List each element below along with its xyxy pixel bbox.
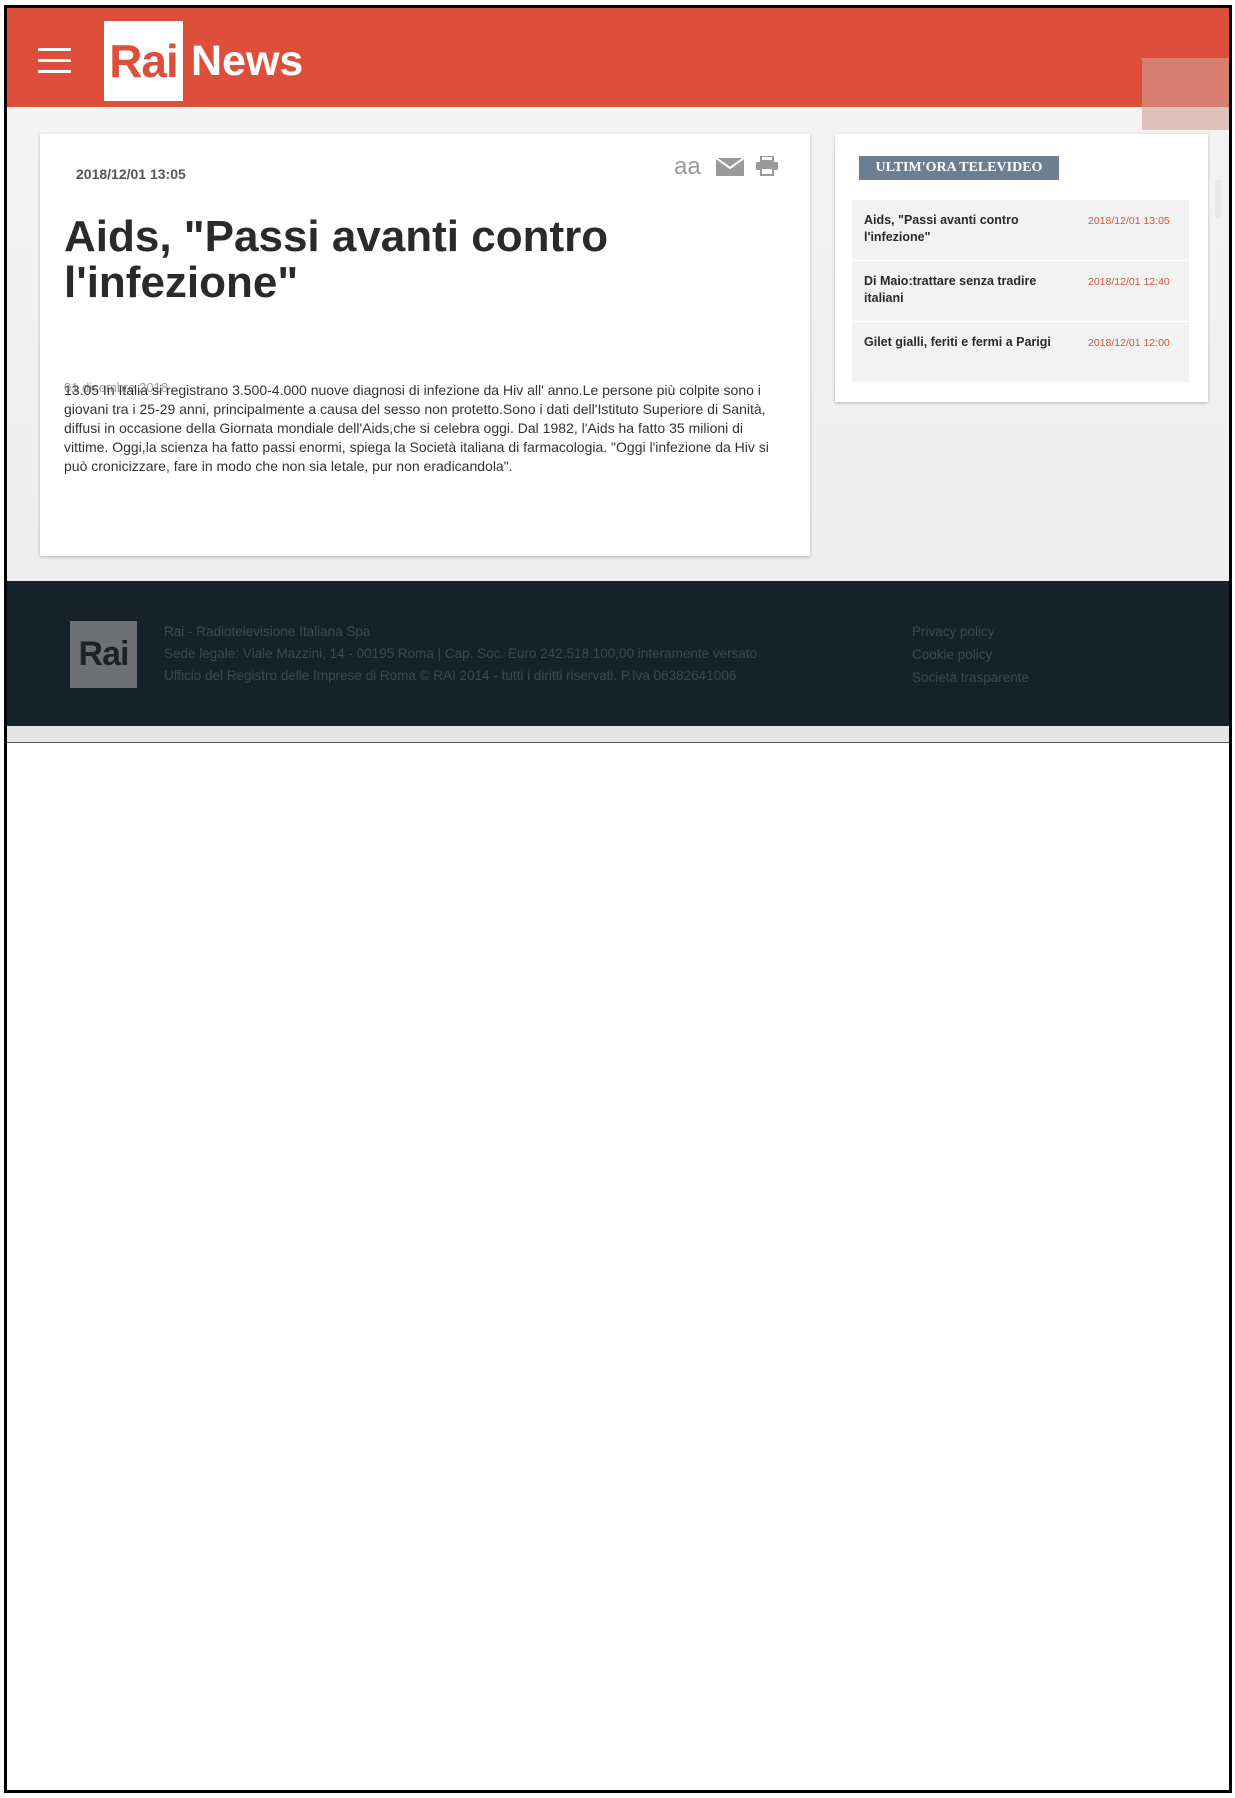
news-title: Aids, "Passi avanti contro l'infezione"	[864, 213, 1019, 244]
browser-viewport: Rai News 2018/12/01 13:05 aa Aids, "Pass…	[4, 5, 1232, 1793]
top-bar: Rai News	[7, 8, 1229, 107]
news-time: 2018/12/01 12:00	[1088, 337, 1170, 349]
footer-line: Sede legale: Viale Mazzini, 14 - 00195 R…	[164, 646, 758, 661]
news-title: Gilet gialli, feriti e fermi a Parigi	[864, 335, 1051, 349]
ultimora-item[interactable]: Aids, "Passi avanti contro l'infezione" …	[852, 200, 1189, 261]
societa-trasparente-link[interactable]: Società trasparente	[912, 666, 1029, 689]
ultimora-item[interactable]: Di Maio:trattare senza tradire italiani …	[852, 261, 1189, 322]
article-date: 2018/12/01 13:05	[76, 166, 186, 182]
news-title: Di Maio:trattare senza tradire italiani	[864, 274, 1037, 305]
logo-news: News	[191, 37, 304, 85]
ultimora-list: Aids, "Passi avanti contro l'infezione" …	[852, 200, 1189, 383]
overlay-ghost	[1142, 58, 1229, 130]
article-body: 13.05 In Italia si registrano 3.500-4.00…	[64, 382, 769, 474]
news-time: 2018/12/01 13:05	[1088, 215, 1170, 227]
footer-line: Rai - Radiotelevisione Italiana Spa	[164, 624, 371, 639]
ultimora-item[interactable]: Gilet gialli, feriti e fermi a Parigi 20…	[852, 322, 1189, 383]
text-size-icon[interactable]: aa	[674, 152, 701, 182]
news-time: 2018/12/01 12:40	[1088, 276, 1170, 288]
footer-rai-logo[interactable]: Rai	[70, 621, 137, 688]
ultimora-panel: ULTIM'ORA TELEVIDEO Aids, "Passi avanti …	[835, 134, 1208, 402]
info-ghost	[1215, 180, 1221, 218]
footer-line: Ufficio del Registro delle Imprese di Ro…	[164, 668, 737, 683]
article-card: 2018/12/01 13:05 aa Aids, "Passi avanti …	[40, 134, 810, 556]
mail-icon[interactable]	[715, 157, 745, 188]
article-title: Aids, "Passi avanti contro l'infezione"	[64, 212, 609, 307]
menu-icon[interactable]	[38, 48, 71, 74]
bottom-band	[7, 726, 1229, 743]
footer: Rai Rai - Radiotelevisione Italiana Spa …	[7, 581, 1229, 726]
footer-links: Privacy policy Cookie policy Società tra…	[912, 620, 1029, 689]
logo-rai: Rai	[104, 21, 183, 101]
footer-legal-info: Rai - Radiotelevisione Italiana Spa Sede…	[164, 621, 757, 687]
cookie-policy-link[interactable]: Cookie policy	[912, 643, 1029, 666]
ultimora-title: ULTIM'ORA TELEVIDEO	[859, 156, 1059, 180]
page: Rai News 2018/12/01 13:05 aa Aids, "Pass…	[7, 8, 1229, 743]
privacy-policy-link[interactable]: Privacy policy	[912, 620, 1029, 643]
print-icon[interactable]	[756, 155, 778, 186]
